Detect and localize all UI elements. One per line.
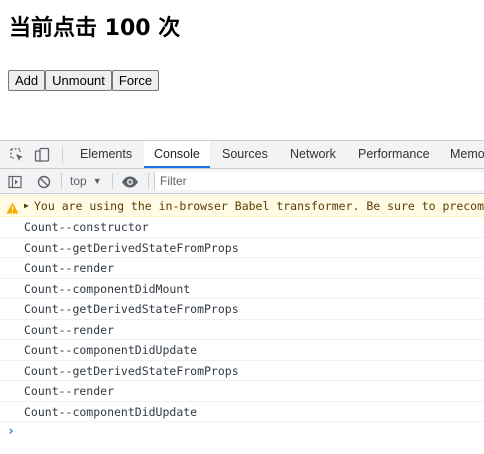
warning-text: You are using the in-browser Babel trans… bbox=[34, 199, 484, 213]
show-sidebar-icon[interactable] bbox=[8, 174, 22, 189]
toolbar-divider bbox=[112, 173, 113, 189]
warning-icon bbox=[6, 200, 19, 214]
device-toolbar-icon[interactable] bbox=[34, 147, 50, 163]
devtools-panel: Elements Console Sources Network Perform… bbox=[0, 140, 484, 454]
console-toolbar: top ▼ bbox=[0, 169, 484, 194]
console-output: ▶ You are using the in-browser Babel tra… bbox=[0, 195, 484, 454]
log-entry: Count--getDerivedStateFromProps bbox=[0, 361, 484, 381]
log-entry: Count--componentDidUpdate bbox=[0, 340, 484, 361]
action-buttons: Add Unmount Force bbox=[8, 70, 160, 91]
log-entry: Count--getDerivedStateFromProps bbox=[0, 238, 484, 258]
force-button[interactable]: Force bbox=[111, 70, 160, 91]
tab-elements[interactable]: Elements bbox=[70, 141, 142, 168]
prompt-chevron-icon: › bbox=[7, 424, 15, 439]
toolbar-divider bbox=[148, 173, 149, 189]
filter-input[interactable] bbox=[154, 172, 484, 190]
context-label: top bbox=[70, 174, 87, 188]
clear-console-icon[interactable] bbox=[37, 174, 51, 189]
unmount-button[interactable]: Unmount bbox=[45, 70, 112, 91]
log-entry: Count--render bbox=[0, 258, 484, 279]
add-button[interactable]: Add bbox=[8, 70, 46, 91]
toolbar-divider bbox=[61, 173, 62, 189]
tab-memory[interactable]: Memo bbox=[440, 141, 484, 168]
expand-arrow-icon[interactable]: ▶ bbox=[24, 196, 29, 216]
tab-performance[interactable]: Performance bbox=[348, 141, 440, 168]
log-entry: Count--componentDidMount bbox=[0, 279, 484, 299]
log-entry: Count--constructor bbox=[0, 217, 484, 238]
inspect-element-icon[interactable] bbox=[9, 147, 25, 163]
warning-message[interactable]: ▶ You are using the in-browser Babel tra… bbox=[0, 195, 484, 217]
console-prompt[interactable]: › bbox=[0, 422, 484, 444]
tab-console[interactable]: Console bbox=[144, 141, 210, 168]
log-entry: Count--componentDidUpdate bbox=[0, 402, 484, 422]
tab-sources[interactable]: Sources bbox=[212, 141, 278, 168]
log-entry: Count--render bbox=[0, 320, 484, 340]
log-entry: Count--getDerivedStateFromProps bbox=[0, 299, 484, 320]
context-selector[interactable]: top ▼ bbox=[66, 172, 106, 190]
tab-network[interactable]: Network bbox=[280, 141, 346, 168]
click-count-heading: 当前点击 100 次 bbox=[9, 16, 181, 41]
chevron-down-icon: ▼ bbox=[92, 176, 102, 186]
devtools-tabbar: Elements Console Sources Network Perform… bbox=[0, 141, 484, 169]
live-expression-eye-icon[interactable] bbox=[121, 174, 139, 188]
tabbar-divider bbox=[62, 147, 63, 163]
log-entry: Count--render bbox=[0, 381, 484, 402]
